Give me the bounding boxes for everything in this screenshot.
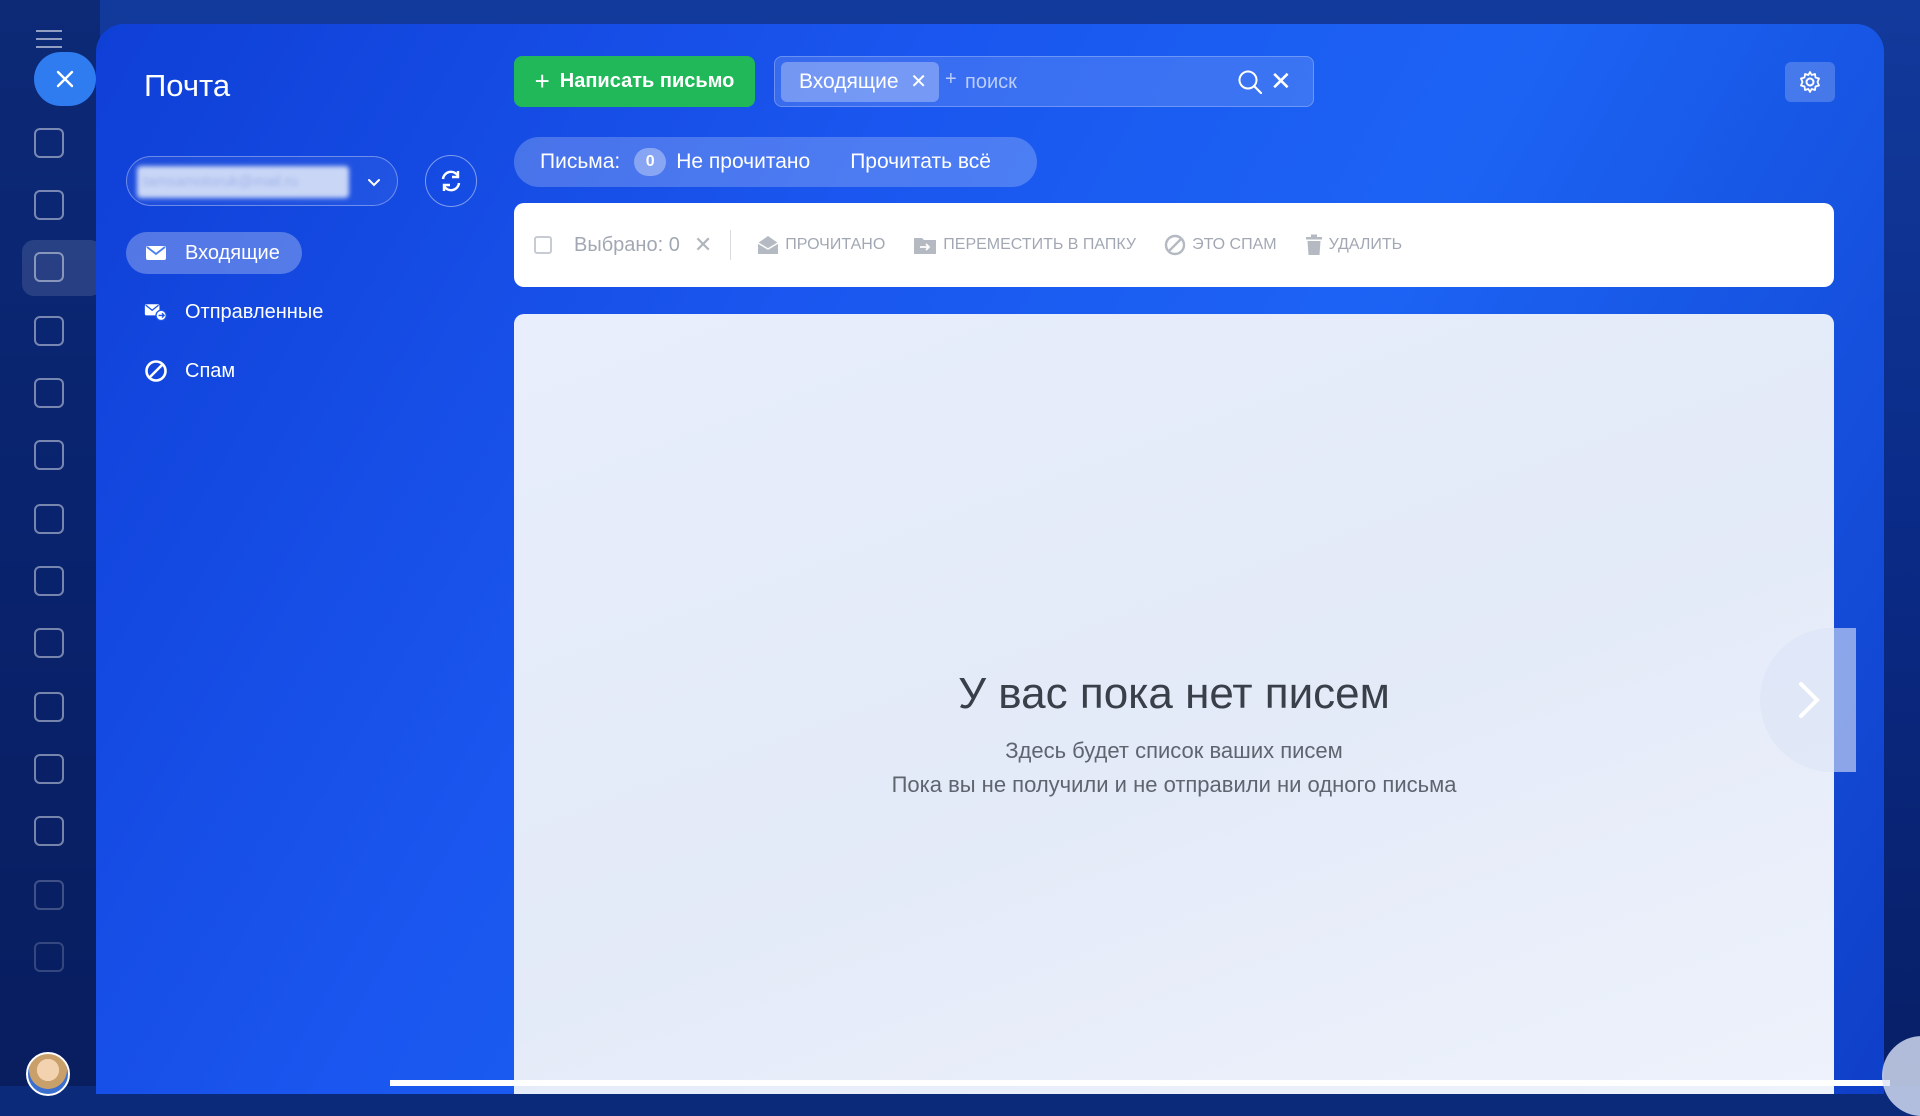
- selected-count: Выбрано: 0: [574, 234, 680, 257]
- folder-inbox[interactable]: Входящие: [126, 232, 302, 274]
- sent-icon: [144, 300, 168, 324]
- move-to-folder-button[interactable]: ПЕРЕМЕСТИТЬ В ПАПКУ: [913, 235, 1136, 255]
- refresh-icon: [438, 168, 464, 194]
- folder-label: Отправленные: [185, 301, 323, 324]
- doc-edit-icon[interactable]: [34, 566, 64, 596]
- compose-label: Написать письмо: [560, 70, 735, 93]
- clear-selection-icon[interactable]: ✕: [694, 232, 712, 258]
- clear-search-icon[interactable]: ✕: [1270, 67, 1292, 95]
- filter-tag-label: Входящие: [799, 70, 899, 93]
- mailbox-select[interactable]: tamsamotoruk@mail.ru: [126, 156, 398, 206]
- card-icon[interactable]: [34, 754, 64, 784]
- delete-label: УДАЛИТЬ: [1329, 236, 1403, 254]
- app-sidebar: [0, 0, 100, 1086]
- menu-icon[interactable]: [36, 30, 62, 50]
- mark-read-button[interactable]: ПРОЧИТАНО: [757, 235, 885, 255]
- envelope-icon: [144, 241, 168, 265]
- delete-button[interactable]: УДАЛИТЬ: [1305, 234, 1403, 256]
- add-filter-icon: +: [945, 68, 957, 91]
- gear-icon: [1798, 70, 1822, 94]
- folder-move-icon: [913, 235, 937, 255]
- chart-icon[interactable]: [34, 692, 64, 722]
- message-list-empty: У вас пока нет писем Здесь будет список …: [514, 314, 1834, 1094]
- user-avatar[interactable]: [26, 1052, 70, 1096]
- mark-spam-button[interactable]: ЭТО СПАМ: [1164, 234, 1277, 256]
- folder-list: Входящие Отправленные Спам: [126, 232, 345, 409]
- stats-icon[interactable]: [34, 942, 64, 972]
- empty-state-title: У вас пока нет писем: [514, 669, 1834, 719]
- search-input[interactable]: [965, 65, 1235, 99]
- empty-state-subtext: Пока вы не получили и не отправили ни од…: [514, 772, 1834, 798]
- search-box[interactable]: Входящие ✕ + ✕: [774, 56, 1314, 107]
- mailbox-email: tamsamotoruk@mail.ru: [137, 166, 349, 198]
- counter-label: Письма:: [540, 150, 620, 174]
- search-icon[interactable]: [1237, 69, 1263, 95]
- target-icon[interactable]: [34, 440, 64, 470]
- block-icon: [144, 359, 168, 383]
- folder-label: Спам: [185, 360, 235, 383]
- filter-tag[interactable]: Входящие ✕: [781, 62, 939, 102]
- actions-bar: Выбрано: 0 ✕ ПРОЧИТАНО ПЕРЕМЕСТИТЬ В ПАП…: [514, 203, 1834, 287]
- pen-icon[interactable]: [34, 628, 64, 658]
- unread-count-badge[interactable]: 0: [634, 148, 666, 176]
- empty-state-text: Здесь будет список ваших писем: [514, 738, 1834, 764]
- folder-label: Входящие: [185, 242, 280, 265]
- mail-slider-panel: Почта tamsamotoruk@mail.ru Входящие Отпр…: [96, 24, 1884, 1094]
- move-label: ПЕРЕМЕСТИТЬ В ПАПКУ: [943, 236, 1136, 254]
- plus-icon: +: [535, 66, 550, 97]
- counter-bar: Письма: 0 Не прочитано Прочитать всё: [514, 137, 1037, 187]
- refresh-button[interactable]: [425, 155, 477, 207]
- trash-icon: [1305, 234, 1323, 256]
- settings-button[interactable]: [1785, 62, 1835, 102]
- select-all-checkbox[interactable]: [534, 236, 552, 254]
- cart-icon[interactable]: [34, 504, 64, 534]
- open-envelope-icon: [757, 235, 779, 255]
- compose-button[interactable]: + Написать письмо: [514, 56, 755, 107]
- tasks-icon[interactable]: [34, 190, 64, 220]
- calendar-icon[interactable]: [34, 316, 64, 346]
- page-title: Почта: [144, 68, 230, 104]
- spam-label: ЭТО СПАМ: [1192, 236, 1277, 254]
- settings-icon[interactable]: [34, 880, 64, 910]
- folder-spam[interactable]: Спам: [126, 350, 257, 392]
- chevron-down-icon: [365, 173, 383, 191]
- filter-icon[interactable]: [34, 252, 64, 282]
- building-icon[interactable]: [34, 378, 64, 408]
- close-slider-button[interactable]: [34, 52, 96, 106]
- remove-filter-icon[interactable]: ✕: [910, 62, 927, 102]
- read-all-button[interactable]: Прочитать всё: [850, 150, 991, 174]
- close-icon: [55, 69, 75, 89]
- chevron-right-icon: [1793, 678, 1823, 722]
- crm-icon[interactable]: [34, 128, 64, 158]
- divider: [730, 230, 731, 260]
- bottom-divider: [390, 1080, 1890, 1086]
- robot-icon[interactable]: [34, 816, 64, 846]
- folder-sent[interactable]: Отправленные: [126, 291, 345, 333]
- mark-read-label: ПРОЧИТАНО: [785, 236, 885, 254]
- block-icon: [1164, 234, 1186, 256]
- unread-filter[interactable]: Не прочитано: [676, 150, 810, 174]
